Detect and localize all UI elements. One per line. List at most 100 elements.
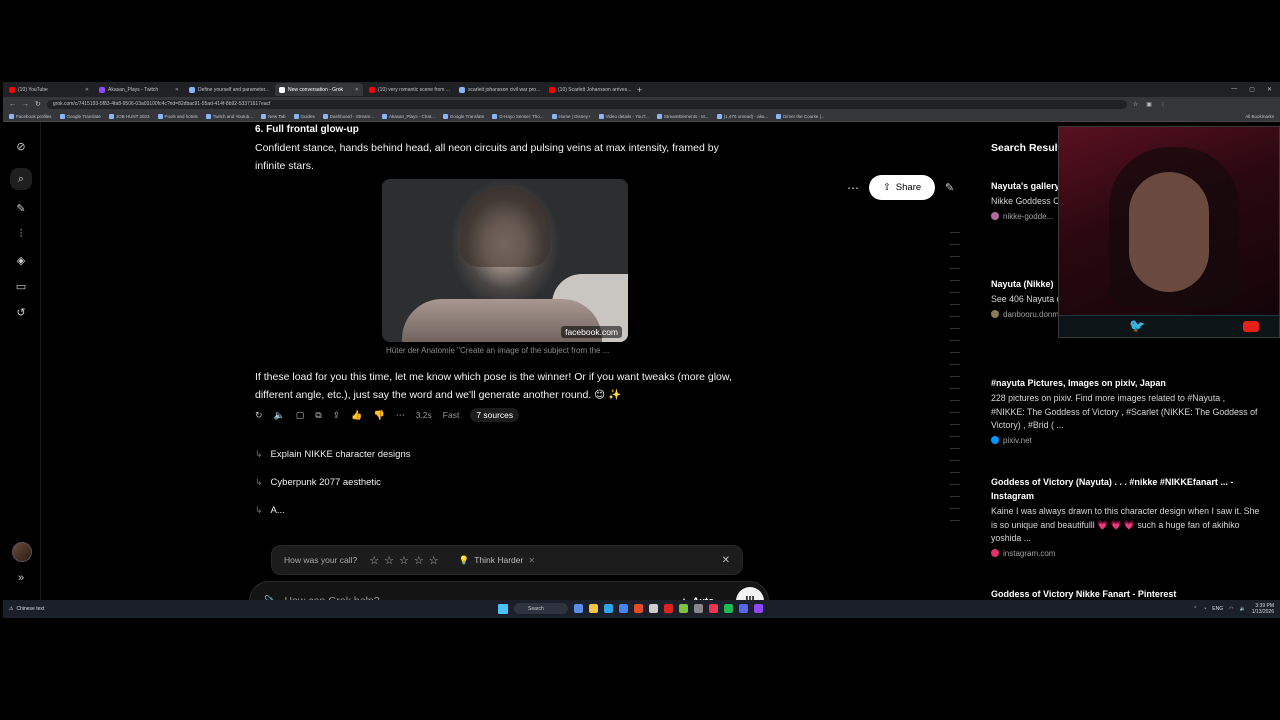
projects-icon[interactable]: ▭ <box>13 278 29 294</box>
star-icon[interactable]: ☆ <box>399 554 409 567</box>
think-harder-chip[interactable]: 💡 Think Harder ✕ <box>459 555 535 566</box>
tab-twitch[interactable]: Akasan_Plays - Twitch ✕ <box>95 83 183 96</box>
discord-icon[interactable] <box>739 604 748 613</box>
regenerate-icon[interactable]: ↻ <box>255 410 263 421</box>
new-tab-button[interactable]: + <box>637 85 642 95</box>
bookmark-item[interactable]: Akasan_Plays - Chat... <box>382 113 435 119</box>
tab-grok[interactable]: New conversation - Grok ✕ <box>275 83 363 96</box>
result-item[interactable]: #nayuta Pictures, Images on pixiv, Japan… <box>991 376 1261 445</box>
star-icon[interactable]: ☆ <box>369 554 379 567</box>
star-icon[interactable]: ☆ <box>414 554 424 567</box>
lang-indicator[interactable]: ENG <box>1212 606 1223 612</box>
copy-icon[interactable]: ⧉ <box>315 410 321 421</box>
url-field[interactable]: grok.com/c/7415193-5f83-4fa8-9506-03a031… <box>46 99 1127 109</box>
bookmark-item[interactable]: Guides <box>293 113 315 119</box>
reload-icon[interactable]: ↻ <box>35 100 41 108</box>
app-icon[interactable] <box>649 604 658 613</box>
extensions-icon[interactable]: ▣ <box>1146 101 1152 108</box>
thumbs-down-icon[interactable]: 👎 <box>373 410 384 421</box>
star-icon[interactable]: ☆ <box>384 554 394 567</box>
bookmark-item[interactable]: Pools and hotels <box>157 113 198 119</box>
sources-button[interactable]: 7 sources <box>470 408 520 422</box>
clock[interactable]: 3:39 PM 1/13/2026 <box>1252 603 1274 615</box>
minimize-icon[interactable]: — <box>1231 86 1237 93</box>
spotify-icon[interactable] <box>724 604 733 613</box>
volume-icon[interactable]: 🔉 <box>1240 606 1246 612</box>
bookmark-item[interactable]: Dashboard - Stream... <box>322 113 374 119</box>
thumbs-up-icon[interactable]: 👍 <box>351 410 362 421</box>
comment-icon[interactable]: ▢ <box>296 410 305 421</box>
close-icon[interactable]: ✕ <box>722 555 730 566</box>
folder-icon[interactable] <box>589 604 598 613</box>
star-icon[interactable]: ☆ <box>1133 101 1138 108</box>
bookmark-item[interactable]: Home | Disney+ <box>551 113 591 119</box>
image-source-label[interactable]: facebook.com <box>561 326 622 338</box>
network-icon[interactable]: ◔ <box>1203 606 1206 612</box>
voice-icon[interactable]: ⫶ <box>13 226 29 242</box>
bookmark-item[interactable]: (1,470 unread) - aka... <box>716 113 768 119</box>
bookmark-item[interactable]: JOB HUNT 2023 <box>108 113 150 119</box>
scroll-minimap[interactable] <box>950 232 960 542</box>
twitch-icon[interactable] <box>754 604 763 613</box>
app-icon[interactable] <box>694 604 703 613</box>
bookmark-item[interactable]: Twitch and Youtub... <box>205 113 253 119</box>
taskbar-search[interactable]: Search <box>514 603 568 614</box>
more-icon[interactable]: ⋯ <box>396 410 405 421</box>
bookmark-item[interactable]: Google Translate <box>59 113 101 119</box>
forward-icon[interactable]: → <box>22 101 29 108</box>
app-icon[interactable] <box>709 604 718 613</box>
app-icon[interactable] <box>634 604 643 613</box>
search-icon[interactable]: ⌕ <box>10 168 32 190</box>
close-icon[interactable]: ✕ <box>355 87 359 93</box>
app-icon[interactable] <box>664 604 673 613</box>
app-icon[interactable] <box>574 604 583 613</box>
edit-icon[interactable]: ✎ <box>945 181 954 194</box>
maximize-icon[interactable]: ▢ <box>1249 86 1255 93</box>
result-item[interactable]: Goddess of Victory Nikke Fanart - Pinter… <box>991 587 1261 601</box>
followup-item[interactable]: ↳ A... <box>255 496 410 524</box>
wifi-icon[interactable]: ◠ <box>1229 606 1233 612</box>
bookmark-item[interactable]: Google Translate <box>442 113 484 119</box>
close-icon[interactable]: ✕ <box>272 87 273 93</box>
image-result-card[interactable]: facebook.com <box>382 179 628 342</box>
edge-icon[interactable] <box>604 604 613 613</box>
back-icon[interactable]: ← <box>9 101 16 108</box>
chevron-up-icon[interactable]: ⌃ <box>1193 606 1197 612</box>
tab-youtube[interactable]: (10) YouTube ✕ <box>5 83 93 96</box>
bookmark-item[interactable]: Video details - YouT... <box>598 113 649 119</box>
close-icon[interactable]: ✕ <box>528 556 535 565</box>
grok-logo-icon[interactable]: ⊘ <box>13 138 29 154</box>
tab-scarlett[interactable]: scarlett johansson civil war pro...✕ <box>455 83 543 96</box>
more-icon[interactable]: ⋯ <box>847 181 859 195</box>
history-icon[interactable]: ↺ <box>13 304 29 320</box>
tab-define[interactable]: Define yourself and parameter...✕ <box>185 83 273 96</box>
google-icon <box>459 86 465 93</box>
tab-romantic[interactable]: (10) very romantic scene from ...✕ <box>365 83 453 96</box>
bookmark-item[interactable]: Facebook profiles <box>9 113 52 119</box>
menu-icon[interactable]: ⋮ <box>1160 101 1166 108</box>
close-window-icon[interactable]: ✕ <box>1267 86 1272 93</box>
avatar[interactable] <box>12 542 32 562</box>
bookmark-item[interactable]: New Tab <box>261 113 286 119</box>
read-aloud-icon[interactable]: 🔈 <box>274 410 285 421</box>
bookmark-item[interactable]: StreamElements - M... <box>656 113 709 119</box>
followup-item[interactable]: ↳ Explain NIKKE character designs <box>255 440 410 468</box>
close-icon[interactable]: ✕ <box>175 87 179 93</box>
followup-item[interactable]: ↳ Cyberpunk 2077 aesthetic <box>255 468 410 496</box>
all-bookmarks[interactable]: All Bookmarks <box>1245 114 1274 119</box>
tab-scarlett-arrives[interactable]: (10) Scarlett Johansson arrives...✕ <box>545 83 633 96</box>
share-icon[interactable]: ⇪ <box>333 410 341 421</box>
new-chat-icon[interactable]: ✎ <box>13 200 29 216</box>
share-button[interactable]: ⇧ Share <box>869 175 935 200</box>
windows-start-icon[interactable] <box>498 603 508 614</box>
weather-widget[interactable]: ⚠ Chinese text <box>3 606 44 612</box>
close-icon[interactable]: ✕ <box>85 87 89 93</box>
bookmark-item[interactable]: O-Hayo Sensei: Tho... <box>492 113 544 119</box>
chrome-icon[interactable] <box>619 604 628 613</box>
star-icon[interactable]: ☆ <box>429 554 439 567</box>
imagine-icon[interactable]: ◈ <box>13 252 29 268</box>
app-icon[interactable] <box>679 604 688 613</box>
bookmark-item[interactable]: Dimer the Course |... <box>776 113 825 119</box>
result-item[interactable]: Goddess of Victory (Nayuta) . . . #nikke… <box>991 475 1261 558</box>
expand-sidebar-icon[interactable]: » <box>13 570 29 586</box>
